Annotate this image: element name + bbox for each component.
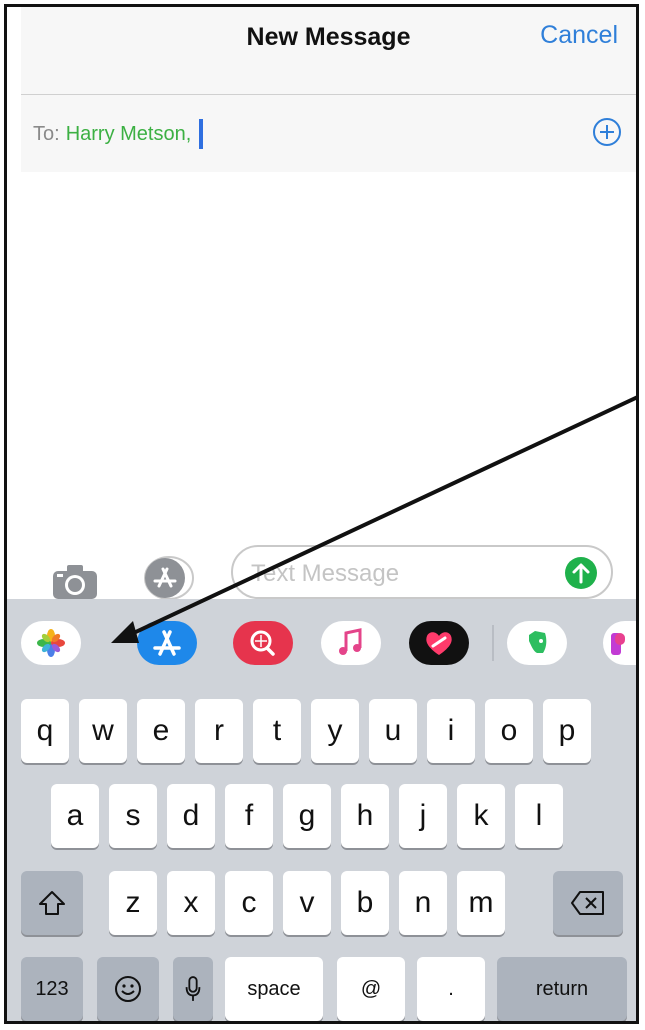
emoji-icon [115, 976, 141, 1002]
delete-icon [571, 891, 604, 915]
key-d[interactable]: d [167, 784, 215, 848]
key-x[interactable]: x [167, 871, 215, 935]
return-key[interactable]: return [497, 957, 627, 1021]
emoji-key[interactable] [97, 957, 159, 1021]
key-v[interactable]: v [283, 871, 331, 935]
music-icon[interactable] [321, 621, 381, 665]
text-cursor [199, 119, 204, 149]
key-b[interactable]: b [341, 871, 389, 935]
send-icon[interactable] [565, 557, 597, 589]
message-input[interactable]: Text Message [231, 545, 613, 599]
key-i[interactable]: i [427, 699, 475, 763]
key-p[interactable]: p [543, 699, 591, 763]
app-icon-partial[interactable] [603, 621, 636, 665]
app-store-toggle-icon[interactable] [142, 555, 194, 601]
key-j[interactable]: j [399, 784, 447, 848]
period-key[interactable]: . [417, 957, 485, 1021]
shift-icon [39, 891, 65, 915]
evernote-icon[interactable] [507, 621, 567, 665]
app-strip-divider [492, 625, 494, 661]
to-label: To: [33, 122, 60, 145]
camera-icon[interactable] [51, 563, 99, 601]
delete-key[interactable] [553, 871, 623, 935]
key-c[interactable]: c [225, 871, 273, 935]
numbers-key[interactable]: 123 [21, 957, 83, 1021]
add-contact-button[interactable] [592, 117, 622, 147]
key-z[interactable]: z [109, 871, 157, 935]
key-r[interactable]: r [195, 699, 243, 763]
key-f[interactable]: f [225, 784, 273, 848]
to-field[interactable]: To: Harry Metson, [33, 119, 204, 149]
dictation-key[interactable] [173, 957, 213, 1021]
key-q[interactable]: q [21, 699, 69, 763]
recipient-chip[interactable]: Harry Metson, [66, 123, 192, 146]
message-input-row: Text Message [7, 545, 636, 607]
at-key[interactable]: @ [337, 957, 405, 1021]
key-m[interactable]: m [457, 871, 505, 935]
digital-touch-icon[interactable] [409, 621, 469, 665]
space-key[interactable]: space [225, 957, 323, 1021]
keyboard: q w e r t y u i o p a s d f g h j k l z … [7, 599, 636, 1021]
app-store-icon[interactable] [137, 621, 197, 665]
conversation-area [7, 172, 636, 601]
shift-key[interactable] [21, 871, 83, 935]
microphone-icon [185, 976, 201, 1001]
key-u[interactable]: u [369, 699, 417, 763]
key-g[interactable]: g [283, 784, 331, 848]
key-a[interactable]: a [51, 784, 99, 848]
key-y[interactable]: y [311, 699, 359, 763]
key-e[interactable]: e [137, 699, 185, 763]
key-l[interactable]: l [515, 784, 563, 848]
header-divider [21, 94, 636, 95]
cancel-button[interactable]: Cancel [540, 21, 618, 50]
key-h[interactable]: h [341, 784, 389, 848]
key-n[interactable]: n [399, 871, 447, 935]
key-w[interactable]: w [79, 699, 127, 763]
photos-icon[interactable] [21, 621, 81, 665]
images-search-icon[interactable] [233, 621, 293, 665]
message-placeholder: Text Message [251, 560, 400, 587]
imessage-app-strip [7, 609, 636, 681]
key-s[interactable]: s [109, 784, 157, 848]
key-t[interactable]: t [253, 699, 301, 763]
screenshot-frame: New Message Cancel To: Harry Metson, Tex… [4, 4, 639, 1024]
key-o[interactable]: o [485, 699, 533, 763]
key-k[interactable]: k [457, 784, 505, 848]
